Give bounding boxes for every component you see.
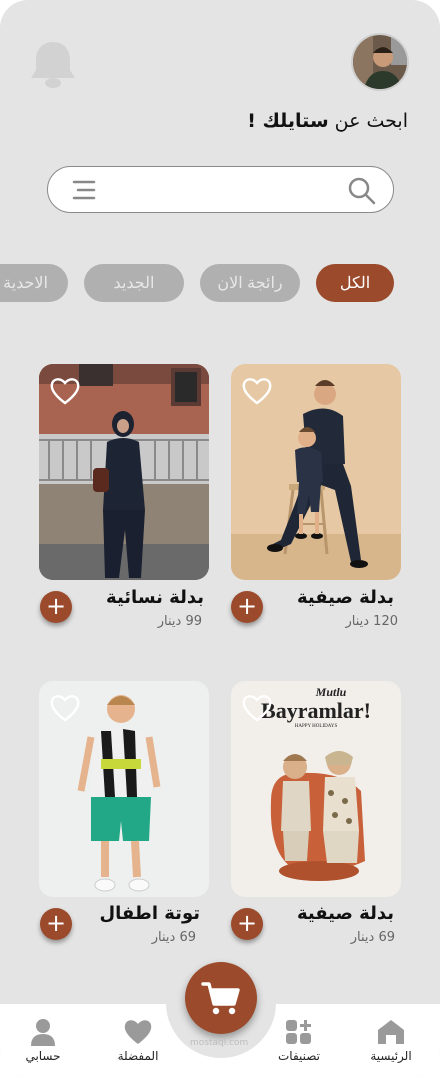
product-price: 120 دينار xyxy=(345,614,398,629)
product-title: توتة اطفال xyxy=(99,903,200,924)
product-price: 69 دينار xyxy=(350,930,395,945)
product-title: بدلة صيفية xyxy=(296,587,394,608)
nav-label: الرئيسية xyxy=(370,1049,412,1063)
chip-label: الاحدية xyxy=(3,275,48,292)
user-icon xyxy=(31,1019,55,1046)
add-to-cart-button[interactable]: + xyxy=(40,908,72,940)
product-card-image[interactable] xyxy=(39,364,209,580)
product-price: 99 دينار xyxy=(157,614,202,629)
watermark: mostaql.com xyxy=(190,1038,249,1048)
nav-item-account[interactable]: حسابي xyxy=(3,1018,83,1063)
page-title: ابحث عن ستايلك ! xyxy=(247,110,408,132)
chip-trending[interactable]: رائجة الان xyxy=(200,264,300,302)
home-icon xyxy=(378,1020,404,1044)
chip-all[interactable]: الكل xyxy=(316,264,394,302)
product-title: بدلة نسائية xyxy=(106,587,204,608)
notification-bell-icon[interactable] xyxy=(28,38,78,90)
chip-new[interactable]: الجديد xyxy=(84,264,184,302)
search-input[interactable] xyxy=(110,175,337,205)
favorite-heart-icon[interactable] xyxy=(49,376,81,406)
search-icon[interactable] xyxy=(347,176,377,206)
chip-shoes[interactable]: الاحدية xyxy=(0,264,68,302)
product-card-image[interactable]: Mutlu Bayramlar! HAPPY HOLIDAYS xyxy=(231,681,401,897)
search-bar[interactable] xyxy=(47,166,394,213)
poster-line3: HAPPY HOLIDAYS xyxy=(294,724,338,729)
cart-icon xyxy=(201,982,240,1015)
categories-icon xyxy=(286,1020,311,1044)
nav-item-favorites[interactable]: المفضلة xyxy=(98,1018,178,1063)
product-card-image[interactable] xyxy=(39,681,209,897)
favorite-heart-icon[interactable] xyxy=(241,693,273,723)
favorite-heart-icon[interactable] xyxy=(241,376,273,406)
product-price: 69 دينار xyxy=(151,930,196,945)
heart-icon xyxy=(124,1020,152,1044)
chip-label: الكل xyxy=(339,275,371,292)
app-screen: ابحث عن ستايلك ! الكل رائجة الان الجديد … xyxy=(0,0,440,1077)
avatar[interactable] xyxy=(351,33,409,91)
nav-label: حسابي xyxy=(25,1049,61,1063)
chip-label: رائجة الان xyxy=(217,275,283,292)
cart-button[interactable] xyxy=(185,962,257,1034)
add-to-cart-button[interactable]: + xyxy=(231,908,263,940)
headline-prefix: ابحث عن xyxy=(334,110,408,132)
product-card-image[interactable] xyxy=(231,364,401,580)
favorite-heart-icon[interactable] xyxy=(49,693,81,723)
filter-icon[interactable] xyxy=(70,178,98,202)
nav-label: المفضلة xyxy=(117,1049,159,1063)
headline-bold: ستايلك ! xyxy=(247,110,329,132)
chip-label: الجديد xyxy=(113,275,155,292)
product-title: بدلة صيفية xyxy=(296,903,394,924)
nav-item-home[interactable]: الرئيسية xyxy=(351,1018,431,1063)
add-to-cart-button[interactable]: + xyxy=(231,591,263,623)
add-to-cart-button[interactable]: + xyxy=(40,591,72,623)
nav-label: تصنيفات xyxy=(277,1049,320,1063)
